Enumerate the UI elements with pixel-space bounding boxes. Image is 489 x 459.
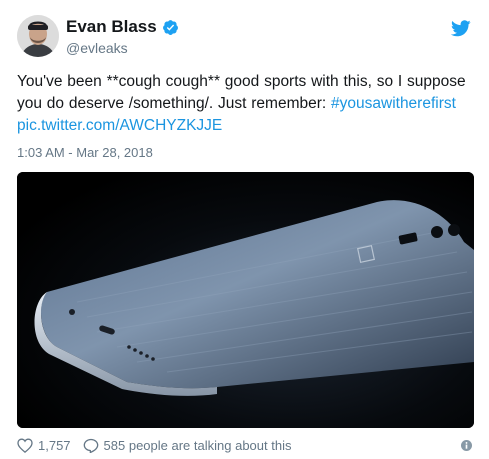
like-action[interactable]: 1,757 xyxy=(17,438,71,453)
smartphone-photo-icon xyxy=(17,172,474,428)
tweet-actions: 1,757 585 people are talking about this xyxy=(17,438,303,453)
tweet-timestamp[interactable]: 1:03 AM - Mar 28, 2018 xyxy=(17,145,153,160)
user-handle[interactable]: @evleaks xyxy=(66,40,128,56)
author-name-row: Evan Blass xyxy=(66,17,179,37)
display-name[interactable]: Evan Blass xyxy=(66,17,157,37)
talking-count: 585 people are talking about this xyxy=(103,438,292,453)
comment-icon[interactable] xyxy=(83,438,99,453)
reply-action[interactable]: 585 people are talking about this xyxy=(83,438,292,453)
like-count: 1,757 xyxy=(38,438,71,453)
twitter-bird-icon[interactable] xyxy=(451,20,471,37)
pic-link[interactable]: pic.twitter.com/AWCHYZKJJE xyxy=(17,117,222,134)
tweet-media-image[interactable] xyxy=(17,172,474,428)
avatar[interactable] xyxy=(17,15,59,57)
verified-badge-icon xyxy=(162,19,178,35)
avatar-photo-icon xyxy=(17,15,59,57)
heart-icon[interactable] xyxy=(17,438,33,453)
tweet-text: You've been **cough cough** good sports … xyxy=(17,71,477,137)
hashtag-link[interactable]: #yousawitherefirst xyxy=(331,95,456,112)
info-icon[interactable] xyxy=(461,440,472,451)
